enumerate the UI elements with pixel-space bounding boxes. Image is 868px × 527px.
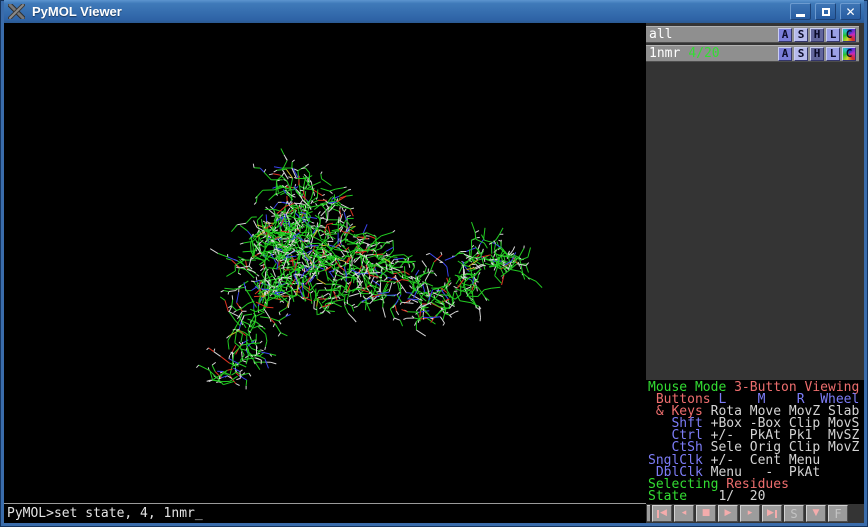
object-s-menu-button[interactable]: S <box>794 47 808 61</box>
command-cursor: _ <box>195 506 203 521</box>
window-title: PyMOL Viewer <box>32 4 122 19</box>
scene-s-icon: S <box>790 508 797 520</box>
vcr-stop-button[interactable]: ■ <box>696 505 716 522</box>
step-back-icon: ◂ <box>682 509 687 518</box>
play-icon: ▶ <box>725 509 732 518</box>
go-to-end-icon: ▶ <box>767 509 774 518</box>
maximize-icon <box>822 8 830 16</box>
vcr-divider <box>647 505 650 522</box>
step-forward-icon: ▸ <box>748 509 753 518</box>
go-to-start-icon: ◀ <box>660 509 667 518</box>
mouse-panel: Mouse Mode 3-Button Viewing Buttons L M … <box>646 380 864 504</box>
command-input[interactable]: set state, 4, 1nmr <box>54 506 195 521</box>
titlebar[interactable]: PyMOL Viewer ✕ <box>4 0 864 23</box>
mouse-panel-row[interactable]: State 1/ 20 <box>648 491 864 503</box>
viewport-3d[interactable] <box>4 23 646 503</box>
maximize-button[interactable] <box>815 3 836 20</box>
vcr-go-to-start-button[interactable]: ◀ <box>652 505 672 522</box>
object-l-menu-button[interactable]: L <box>826 47 840 61</box>
object-c-menu-button[interactable]: C <box>842 28 856 42</box>
vcr-step-forward-button[interactable]: ▸ <box>740 505 760 522</box>
object-h-menu-button[interactable]: H <box>810 28 824 42</box>
object-row-all[interactable]: all ASHLC <box>646 26 859 43</box>
minimize-button[interactable] <box>790 3 811 20</box>
object-menu-buttons: ASHLC <box>778 47 856 61</box>
main-content: PyMOL>set state, 4, 1nmr_ allASHLC1nmr4/… <box>4 23 864 523</box>
sidebar-spacer <box>646 64 864 380</box>
molecule-svg <box>4 23 646 503</box>
stop-icon: ■ <box>702 509 711 518</box>
minimize-icon <box>796 14 805 17</box>
fullscreen-f-icon: F <box>834 508 841 520</box>
window-controls: ✕ <box>790 3 861 20</box>
rock-icon: ▼ <box>813 509 820 518</box>
command-line[interactable]: PyMOL>set state, 4, 1nmr_ <box>4 503 646 523</box>
vcr-fullscreen-f-button[interactable]: F <box>828 505 848 522</box>
mouse-panel-text: 1/ 20 <box>695 489 765 504</box>
vcr-play-button[interactable]: ▶ <box>718 505 738 522</box>
object-name[interactable]: 1nmr <box>646 46 680 61</box>
close-icon: ✕ <box>845 6 855 18</box>
object-a-menu-button[interactable]: A <box>778 28 792 42</box>
close-button[interactable]: ✕ <box>840 3 861 20</box>
object-c-menu-button[interactable]: C <box>842 47 856 61</box>
object-h-menu-button[interactable]: H <box>810 47 824 61</box>
vcr-go-to-end-button[interactable]: ▶ <box>762 505 782 522</box>
object-name[interactable]: all <box>646 27 672 42</box>
object-l-menu-button[interactable]: L <box>826 28 840 42</box>
object-row-1nmr[interactable]: 1nmr 4/20 ASHLC <box>646 45 859 62</box>
command-prompt: PyMOL> <box>7 506 54 521</box>
object-a-menu-button[interactable]: A <box>778 47 792 61</box>
vcr-bar-icon <box>775 510 777 518</box>
object-list: all ASHLC 1nmr 4/20 ASHLC <box>646 23 864 64</box>
object-menu-buttons: ASHLC <box>778 28 856 42</box>
sidebar: allASHLC1nmr4/20ASHLC Mouse Mode 3-Butto… <box>646 23 864 523</box>
object-s-menu-button[interactable]: S <box>794 28 808 42</box>
vcr-step-back-button[interactable]: ◂ <box>674 505 694 522</box>
vcr-controls: ◀ ◂ ■ ▶ ▸ ▶ S ▼ F <box>646 504 864 523</box>
viewport: PyMOL>set state, 4, 1nmr_ <box>4 23 646 523</box>
vcr-bar-icon <box>657 510 659 518</box>
pymol-window: PyMOL Viewer ✕ PyMOL>set state, 4, 1nmr_… <box>0 0 868 527</box>
object-state-count: 4/20 <box>688 46 719 61</box>
vcr-scene-s-button[interactable]: S <box>784 505 804 522</box>
x11-logo-icon <box>8 4 25 19</box>
mouse-panel-text: State <box>648 489 695 504</box>
vcr-rock-button[interactable]: ▼ <box>806 505 826 522</box>
